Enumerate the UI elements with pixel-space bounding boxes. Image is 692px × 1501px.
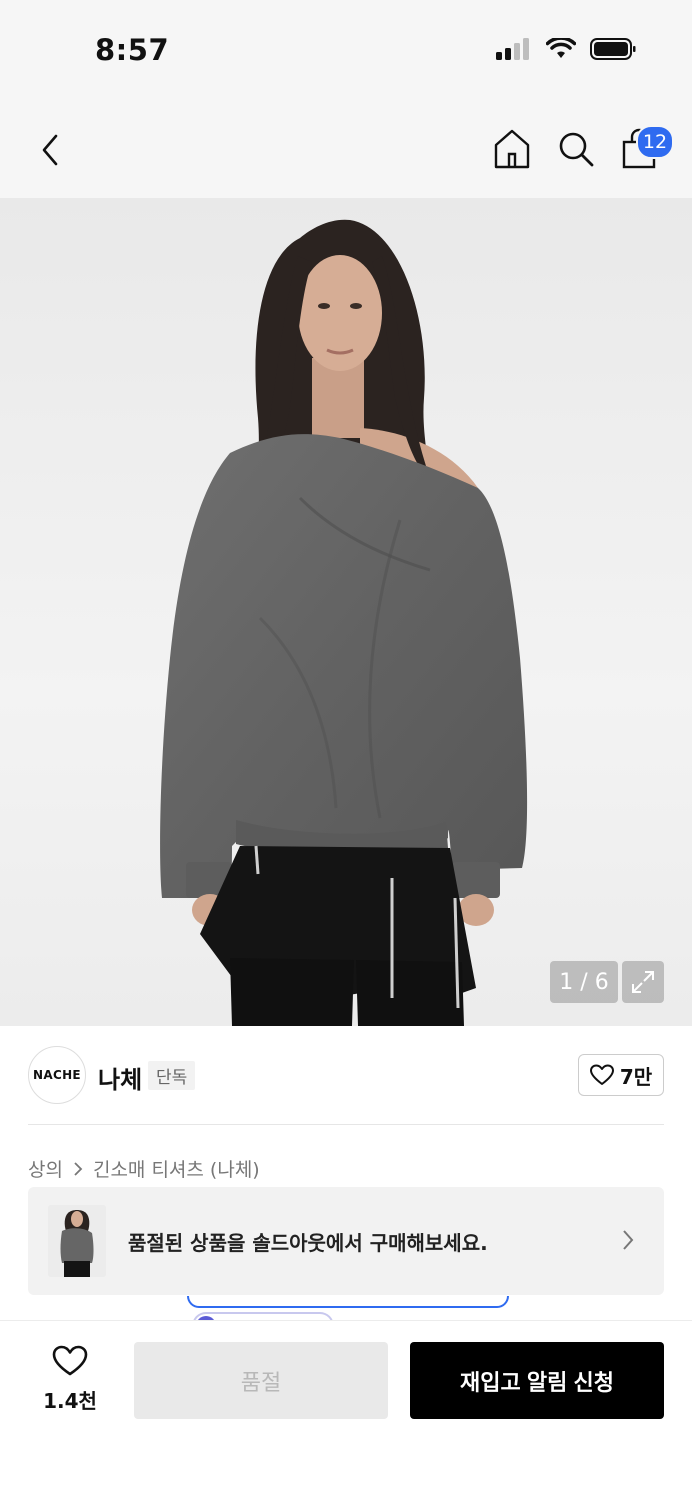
restock-alert-button[interactable]: 재입고 알림 신청 xyxy=(410,1342,664,1419)
brand-name[interactable]: 나체 xyxy=(98,1060,142,1095)
chevron-right-icon xyxy=(74,1161,83,1176)
bottom-action-bar: 1.4천 품절 재입고 알림 신청 xyxy=(0,1320,692,1501)
partial-tab-indicator xyxy=(187,1296,509,1308)
breadcrumb-product[interactable]: 긴소매 티셔츠 (나체) xyxy=(93,1155,260,1182)
breadcrumb: 상의 긴소매 티셔츠 (나체) xyxy=(28,1155,260,1182)
heart-icon xyxy=(52,1345,88,1376)
heart-icon xyxy=(589,1064,614,1085)
battery-icon xyxy=(590,38,636,60)
top-navbar xyxy=(0,110,692,190)
brand-like-button[interactable]: 7만 xyxy=(578,1054,664,1096)
brand-row: NACHE 나체 단독 7만 xyxy=(0,1026,692,1126)
wishlist-button[interactable]: 1.4천 xyxy=(40,1345,100,1414)
chevron-right-icon xyxy=(623,1230,634,1250)
breadcrumb-category[interactable]: 상의 xyxy=(28,1155,63,1182)
status-time: 8:57 xyxy=(95,33,170,67)
product-image-gallery[interactable]: 1 / 6 xyxy=(0,198,692,1026)
expand-button[interactable] xyxy=(622,961,664,1003)
signal-icon xyxy=(496,38,529,60)
product-image xyxy=(160,219,528,1026)
brand-like-count: 7만 xyxy=(619,1064,653,1089)
soldout-button: 품절 xyxy=(134,1342,388,1419)
search-icon[interactable] xyxy=(556,128,596,170)
wifi-icon xyxy=(546,38,576,58)
image-counter: 1 / 6 xyxy=(550,961,618,1003)
back-icon[interactable] xyxy=(34,130,66,170)
soldout-thumbnail xyxy=(48,1205,106,1277)
home-icon[interactable] xyxy=(492,128,532,170)
soldout-banner-text: 품절된 상품을 솔드아웃에서 구매해보세요. xyxy=(128,1231,488,1255)
top-area: 8:57 12 xyxy=(0,0,692,198)
cart-count-badge: 12 xyxy=(636,125,674,159)
wishlist-count: 1.4천 xyxy=(43,1389,97,1413)
brand-logo[interactable]: NACHE xyxy=(28,1046,86,1104)
expand-icon xyxy=(632,971,654,993)
section-divider xyxy=(28,1124,664,1125)
status-icons xyxy=(496,38,636,60)
exclusive-tag: 단독 xyxy=(148,1061,196,1090)
soldout-banner[interactable]: 품절된 상품을 솔드아웃에서 구매해보세요. xyxy=(28,1187,664,1295)
